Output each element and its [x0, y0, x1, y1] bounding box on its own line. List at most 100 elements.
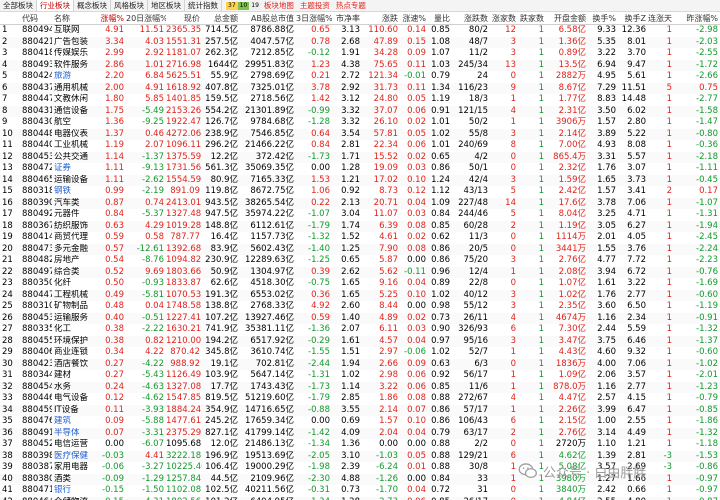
table-row[interactable]: 22 880497 综合类 0.52 9.69 1803.66 50.9亿 1304.97亿 0…: [0, 266, 720, 278]
col-header-speed-pct[interactable]: 涨速%: [400, 12, 428, 24]
tab-region-sectors[interactable]: 地区板块: [148, 0, 185, 11]
table-row[interactable]: 28 880455 环境保护 0.38 0.82 1210.00 194.2亿 6517.92…: [0, 335, 720, 347]
watermark-text: 公众号 · 白由胖胖: [543, 465, 647, 481]
cell-up-streak-days: 1: [666, 301, 672, 311]
table-row[interactable]: 5 880424 旅游 2.20 6.84 5625.51 55.9亿 2798.69亿 0.2…: [0, 71, 720, 83]
col-header-change[interactable]: 涨跌: [362, 12, 400, 24]
table-row[interactable]: 9 880430 航空 1.36 -9.25 1922.47 126.7亿 9784.68亿 -…: [0, 117, 720, 129]
col-header-advancers[interactable]: 涨家数: [490, 12, 518, 24]
col-header-change-20d-pct[interactable]: 20日涨幅%: [126, 12, 166, 24]
table-row[interactable]: 11 880440 工业机械 1.19 2.07 1096.11 296.2亿 21466.2…: [0, 140, 720, 152]
table-row[interactable]: 34 880459 IT设备 0.11 -3.93 1884.24 354.9亿 14716.…: [0, 404, 720, 416]
cell-price: 1551.31: [166, 36, 202, 47]
col-header-price[interactable]: 现价: [166, 12, 202, 24]
table-row[interactable]: 36 880491 半导体 0.07 -3.31 2375.29 827.1亿 41799.1…: [0, 427, 720, 439]
col-header-turnover-amount[interactable]: 总金额: [202, 12, 240, 24]
link-theme-investing[interactable]: 主题投资: [297, 0, 333, 11]
table-row[interactable]: 12 880453 公共交通 1.14 -1.37 1375.59 12.2亿 372.42亿…: [0, 151, 720, 163]
table-row[interactable]: 13 880472 证券 1.11 -9.13 1731.56 561.3亿 35069.35…: [0, 163, 720, 175]
cell-open-amount: 2.14亿: [558, 128, 586, 139]
col-header-decliners[interactable]: 跌家数: [518, 12, 546, 24]
table-row[interactable]: 1 880494 互联网 4.91 11.51 2365.35 714.5亿 8786.88亿…: [0, 25, 720, 37]
col-header-adv-decl[interactable]: 涨跌数: [452, 12, 490, 24]
col-header-ab-market-cap[interactable]: AB股总市值: [240, 12, 296, 24]
link-hot-topics[interactable]: 热点专题: [333, 0, 369, 11]
cell-change-pct: 0.09: [105, 416, 124, 426]
table-row[interactable]: 16 880390 汽车类 0.87 0.74 2413.01 943.5亿 38265.54…: [0, 197, 720, 209]
table-row[interactable]: 25 880310 矿物制品 0.48 0.04 1748.58 138.8亿 2768.33…: [0, 301, 720, 313]
col-header-name[interactable]: 名称: [52, 12, 96, 24]
col-header-up-streak-days[interactable]: 连涨天: [648, 12, 674, 24]
table-row[interactable]: 15 880318 钢铁 0.99 -2.19 891.09 119.8亿 8672.75亿 1…: [0, 186, 720, 198]
table-row[interactable]: 33 880446 电气设备 0.12 -4.62 1547.85 819.5亿 51219.…: [0, 393, 720, 405]
table-row[interactable]: 41 880471 银行 -0.15 -1.50 1102.08 102.5亿 40211.5…: [0, 485, 720, 497]
tab-concept-sectors[interactable]: 概念板块: [74, 0, 111, 11]
table-row[interactable]: 32 880454 水务 0.24 -4.63 1327.08 17.7亿 1743.43亿 -…: [0, 381, 720, 393]
table-row[interactable]: 42880464仓储物流-0.15-4.311802.56101.2亿6404.…: [0, 496, 720, 500]
cell-prev-change-pct: -0.87: [674, 497, 720, 500]
table-row[interactable]: 18 880367 纺织服饰 0.63 4.29 1019.28 148.8亿 6112.61…: [0, 220, 720, 232]
col-header-open-amount[interactable]: 开盘金额: [546, 12, 588, 24]
cell-open-amount: 4.43亿: [558, 347, 586, 357]
table-row[interactable]: 4 880493 软件服务 2.86 1.01 2716.98 1644亿 29951.83亿…: [0, 59, 720, 71]
table-row[interactable]: 35 880476 建筑 0.09 -5.88 1477.61 245.2亿 17659.34…: [0, 416, 720, 428]
cell-turnover-z: 3.70: [627, 48, 646, 58]
table-row[interactable]: 19 880414 商贸代理 0.59 0.58 787.77 16.4亿 1157.73亿 -…: [0, 232, 720, 244]
tab-industry-sectors[interactable]: 行业板块: [37, 0, 74, 11]
cell-up-streak-days: 1: [666, 94, 672, 104]
cell-advancers: 0: [510, 439, 516, 449]
col-header-code[interactable]: 代码: [20, 12, 52, 24]
col-header-volume-ratio[interactable]: 量比: [428, 12, 452, 24]
table-row[interactable]: 2 880421 广告包装 3.34 4.03 1551.31 257.5亿 4047.57亿…: [0, 36, 720, 48]
table-row[interactable]: 26 880453 运输服务 0.40 -0.51 1227.41 107.2亿 13927.…: [0, 312, 720, 324]
cell-turnover-amount: 345.8亿: [205, 347, 238, 357]
table-row[interactable]: 21 880482 房地产 0.54 -8.76 1094.82 230.9亿 12289.6…: [0, 255, 720, 267]
cell-turnover-rate: 1.00: [597, 416, 616, 426]
table-row[interactable]: 29 880406 商业连锁 0.34 4.22 870.42 345.8亿 3610.74亿…: [0, 347, 720, 359]
cell-speed-pct: 0.05: [407, 94, 426, 104]
table-row[interactable]: 8 880431 通信设备 1.75 -5.49 2153.26 554.2亿 21301.8…: [0, 105, 720, 117]
table-row[interactable]: 14 880465 运输设备 1.11 -2.62 1554.59 80.9亿 7165.33…: [0, 174, 720, 186]
col-header-prev-change-pct[interactable]: 昨涨幅%: [674, 12, 720, 24]
table-row[interactable]: 27 880335 化工 0.38 -2.22 1630.21 741.9亿 35381.11…: [0, 324, 720, 336]
table-row[interactable]: 7 880447 文教休闲 1.80 5.85 1401.85 159.5亿 2718.56亿…: [0, 94, 720, 106]
table-row[interactable]: 24 880447 工程机械 0.49 -5.81 1070.53 191.3亿 6553.0…: [0, 289, 720, 301]
cell-code: 880455: [22, 335, 52, 346]
cell-advancers: 4: [510, 312, 516, 323]
table-row[interactable]: 10 880448 电器仪表 1.37 0.46 4272.06 238.9亿 7546.85…: [0, 128, 720, 140]
cell-price: 1327.08: [166, 381, 202, 392]
cell-adv-decl: 244/46: [458, 209, 488, 219]
cell-speed-pct: 0.03: [407, 209, 426, 219]
table-row[interactable]: 3 880418 传媒娱乐 2.99 2.92 1181.07 262.3亿 7212.85亿…: [0, 48, 720, 60]
link-sector-map[interactable]: 板块地图: [261, 0, 297, 11]
cell-up-streak-days: 1: [666, 427, 672, 438]
table-row[interactable]: 6 880437 通用机械 2.00 4.91 1618.92 407.8亿 7325.01亿…: [0, 82, 720, 94]
col-header-row-index[interactable]: [0, 12, 20, 24]
tab-all-sectors[interactable]: 全部板块: [0, 0, 37, 11]
table-row[interactable]: 30 880423 酒店餐饮 0.27 -4.22 988.92 19.1亿 702.81亿 -…: [0, 358, 720, 370]
col-header-pb-ratio[interactable]: 市净率: [332, 12, 362, 24]
table-row[interactable]: 37 880452 电信运营 0.00 -6.07 1095.68 12.0亿 21486.1…: [0, 439, 720, 451]
cell-change-pct: 0.50: [105, 278, 124, 288]
col-header-turnover-z[interactable]: 换手Z: [618, 12, 648, 24]
table-row[interactable]: 23 880350 化纤 0.50 -0.93 1833.87 62.6亿 4518.30亿 -…: [0, 278, 720, 290]
table-row[interactable]: 31 880344 建材 0.27 -5.43 1126.49 103.9亿 5647.14亿…: [0, 370, 720, 382]
table-row[interactable]: 20 880473 多元金融 0.57 -12.61 1392.68 83.9亿 5602.4…: [0, 243, 720, 255]
cell-change-20d-pct: -1.37: [142, 151, 164, 162]
cell-change-20d-pct: 0.04: [145, 301, 164, 311]
col-header-turnover-rate[interactable]: 换手%: [588, 12, 618, 24]
col-header-change-3d-pct[interactable]: 3日涨幅%: [296, 12, 332, 24]
cell-decliners: 1: [538, 485, 544, 495]
cell-name: IT设备: [54, 404, 79, 415]
cell-turnover-z: 3.73: [627, 174, 646, 185]
cell-turnover-amount: 17.7亿: [210, 381, 238, 392]
col-header-change-pct[interactable]: 涨幅%: [96, 12, 126, 24]
tab-style-sectors[interactable]: 风格板块: [111, 0, 148, 11]
tab-statistics-index[interactable]: 统计指数: [185, 0, 222, 11]
cell-prev-change-pct: -0.79: [696, 393, 718, 403]
cell-change-20d-pct: -0.93: [142, 278, 164, 288]
cell-change: 6.11: [379, 324, 398, 334]
cell-change-3d-pct: -2.05: [308, 450, 330, 461]
cell-adv-decl: 245/34: [458, 59, 488, 70]
table-row[interactable]: 17 880492 元器件 0.84 -5.37 1327.48 947.5亿 35974.2…: [0, 209, 720, 221]
